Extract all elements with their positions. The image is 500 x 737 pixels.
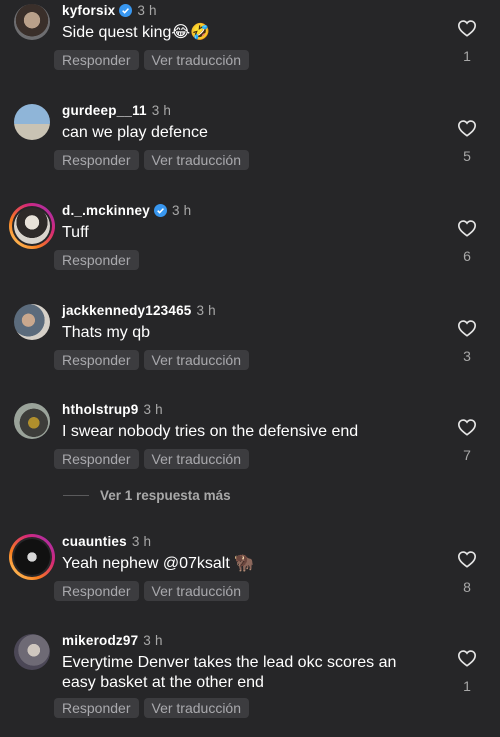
view-more-replies-label: Ver 1 respuesta más (100, 488, 231, 503)
comment-text: Side quest king😂🤣 (62, 24, 211, 41)
avatar[interactable] (14, 304, 50, 340)
reply-button[interactable]: Responder (54, 581, 139, 601)
timestamp: 3 h (196, 303, 216, 318)
comment-text: Everytime Denver takes the lead okc scor… (62, 654, 397, 691)
translate-button[interactable]: Ver traducción (143, 581, 249, 601)
view-more-replies-button[interactable]: Ver 1 respuesta más (63, 488, 231, 503)
timestamp: 3 h (143, 402, 163, 417)
comment-text: I swear nobody tries on the defensive en… (62, 423, 359, 440)
username[interactable]: jackkennedy123465 (62, 303, 192, 318)
verified-badge-icon (153, 204, 167, 217)
reply-button[interactable]: Responder (54, 250, 139, 270)
timestamp: 3 h (137, 3, 157, 18)
avatar[interactable] (9, 534, 55, 580)
heart-icon (457, 220, 477, 237)
heart-icon (457, 551, 477, 568)
avatar[interactable] (14, 104, 50, 140)
like-count: 1 (463, 48, 471, 64)
like-button[interactable]: 7 (456, 418, 478, 463)
translate-button[interactable]: Ver traducción (143, 150, 249, 170)
heart-icon (457, 20, 477, 37)
username[interactable]: kyforsix (62, 3, 115, 18)
like-button[interactable]: 6 (456, 219, 478, 264)
like-button[interactable]: 3 (456, 319, 478, 364)
username[interactable]: gurdeep__11 (62, 103, 147, 118)
translate-button[interactable]: Ver traducción (143, 350, 249, 370)
timestamp: 3 h (131, 534, 152, 549)
heart-icon (457, 320, 477, 337)
like-count: 1 (463, 678, 471, 694)
timestamp: 3 h (143, 633, 163, 648)
avatar[interactable] (14, 4, 50, 40)
timestamp: 3 h (151, 103, 172, 118)
verified-badge-icon (119, 4, 133, 17)
comment-text: Thats my qb (62, 324, 151, 341)
like-count: 6 (463, 248, 471, 264)
username[interactable]: mikerodz97 (62, 633, 138, 648)
reply-button[interactable]: Responder (54, 150, 139, 170)
heart-icon (457, 419, 477, 436)
comment-text: Tuff (62, 224, 89, 241)
comment-text: Yeah nephew @07ksalt 🦬 (62, 555, 255, 572)
username[interactable]: d._.mckinney (62, 203, 150, 218)
username[interactable]: cuaunties (62, 534, 127, 549)
like-count: 5 (463, 148, 471, 164)
like-button[interactable]: 1 (456, 649, 478, 694)
reply-button[interactable]: Responder (54, 698, 139, 718)
comment-text: can we play defence (62, 124, 208, 141)
like-count: 8 (463, 579, 471, 595)
avatar[interactable] (14, 634, 50, 670)
username[interactable]: htholstrup9 (62, 402, 138, 417)
reply-button[interactable]: Responder (54, 449, 139, 469)
like-count: 7 (463, 447, 471, 463)
translate-button[interactable]: Ver traducción (143, 449, 249, 469)
reply-button[interactable]: Responder (54, 350, 139, 370)
timestamp: 3 h (171, 203, 192, 218)
heart-icon (457, 650, 477, 667)
like-button[interactable]: 1 (456, 19, 478, 64)
translate-button[interactable]: Ver traducción (143, 50, 249, 70)
avatar[interactable] (14, 403, 50, 439)
reply-button[interactable]: Responder (54, 50, 139, 70)
heart-icon (457, 120, 477, 137)
like-button[interactable]: 8 (456, 550, 478, 595)
like-button[interactable]: 5 (456, 119, 478, 164)
translate-button[interactable]: Ver traducción (143, 698, 249, 718)
replies-divider (63, 495, 89, 496)
like-count: 3 (463, 348, 471, 364)
avatar[interactable] (9, 203, 55, 249)
